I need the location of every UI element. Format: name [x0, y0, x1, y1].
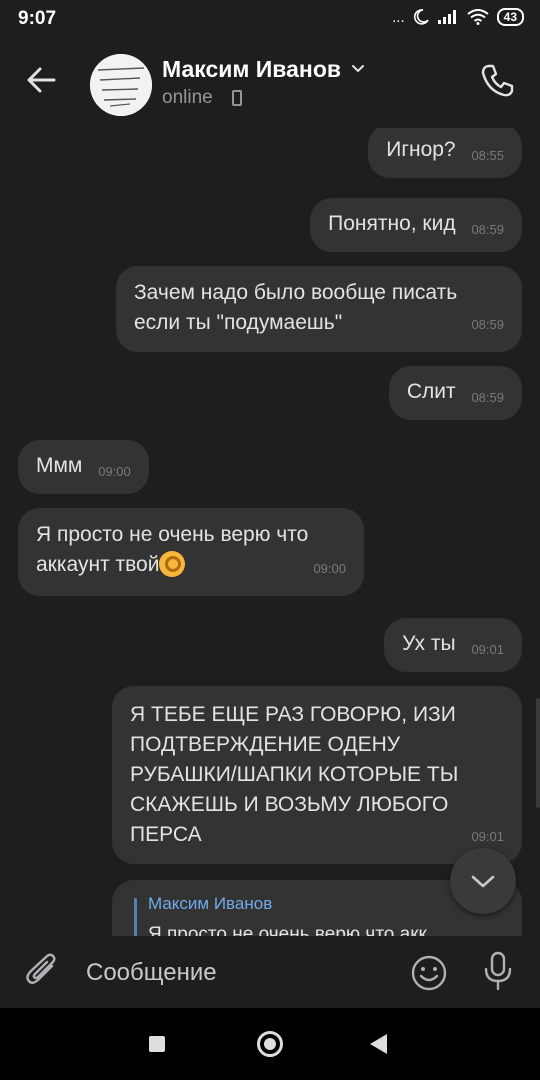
message-text: Ух ты — [402, 632, 456, 655]
message-text-fragment: аккаунт твой — [36, 553, 160, 576]
message-outgoing[interactable]: Игнор? 08:55 — [368, 128, 522, 178]
status-bar: 9:07 ... 43 — [0, 0, 540, 36]
mobile-phone-icon — [232, 90, 242, 106]
back-triangle-icon[interactable] — [370, 1034, 387, 1054]
message-outgoing[interactable]: Зачем надо было вообще писать если ты "п… — [116, 266, 522, 352]
recents-icon[interactable] — [149, 1036, 165, 1052]
wifi-icon — [467, 9, 489, 25]
sticker-button[interactable] — [410, 954, 448, 992]
message-list[interactable]: Игнор? 08:55 Понятно, кид 08:59 Зачем на… — [0, 128, 540, 936]
reply-text: Я просто не очень верю что акк — [148, 924, 427, 936]
composer — [0, 936, 540, 1008]
paperclip-icon — [26, 953, 56, 984]
home-icon[interactable] — [257, 1031, 283, 1057]
message-text-line: Я ТЕБЕ ЕЩЕ РАЗ ГОВОРЮ, ИЗИ — [130, 703, 456, 726]
signal-icon — [437, 10, 456, 24]
avatar-image-icon — [90, 54, 152, 116]
message-outgoing[interactable]: Ух ты 09:01 — [384, 618, 522, 672]
message-text: Слит — [406, 380, 456, 403]
message-outgoing[interactable]: Слит 08:59 — [388, 366, 522, 420]
message-text: Ммм — [36, 454, 83, 477]
reply-quote-bar — [134, 898, 137, 936]
message-text-line: ПЕРСА — [130, 823, 202, 846]
message-text: Игнор? — [386, 138, 456, 161]
smile-icon — [411, 955, 447, 991]
scroll-down-button[interactable] — [450, 848, 516, 914]
scrollbar[interactable] — [536, 698, 540, 808]
message-outgoing[interactable]: Понятно, кид 08:59 — [310, 198, 522, 252]
chevron-down-icon — [471, 875, 495, 888]
message-time: 09:01 — [471, 642, 504, 657]
call-button[interactable] — [478, 60, 518, 100]
back-button[interactable] — [22, 60, 62, 100]
message-text: Понятно, кид — [328, 212, 456, 235]
message-text-line: если ты "подумаешь" — [134, 311, 343, 334]
message-time: 09:00 — [98, 464, 131, 479]
message-time: 08:59 — [471, 317, 504, 332]
message-text-line: ПОДТВЕРЖДЕНИЕ ОДЕНУ — [130, 733, 401, 756]
avatar[interactable] — [90, 54, 152, 116]
status-icons: ... 43 — [392, 8, 524, 26]
message-outgoing[interactable]: Я ТЕБЕ ЕЩЕ РАЗ ГОВОРЮ, ИЗИ ПОДТВЕРЖДЕНИЕ… — [112, 686, 522, 864]
voice-message-button[interactable] — [480, 950, 516, 992]
message-text-line: РУБАШКИ/ШАПКИ КОТОРЫЕ ТЫ — [130, 763, 459, 786]
reply-author: Максим Иванов — [148, 894, 273, 913]
message-text-line: Зачем надо было вообще писать — [134, 281, 458, 304]
message-incoming[interactable]: Ммм 09:00 — [18, 440, 149, 494]
status-time: 9:07 — [18, 8, 57, 29]
chat-header: Максим Иванов online — [0, 40, 540, 128]
message-time: 08:59 — [471, 222, 504, 237]
arrow-left-icon — [27, 67, 56, 93]
message-text-line: аккаунт твой — [36, 550, 346, 580]
message-text-line: СКАЖЕШЬ И ВОЗЬМУ ЛЮБОГО — [130, 793, 449, 816]
microphone-icon — [484, 951, 512, 991]
battery-indicator: 43 — [496, 8, 524, 26]
system-navigation-bar — [0, 1008, 540, 1080]
chevron-down-icon[interactable] — [350, 60, 366, 76]
attach-button[interactable] — [24, 952, 62, 990]
dots-icon: ... — [392, 8, 405, 26]
message-text-line: Я просто не очень верю что — [36, 523, 309, 546]
ok-hand-emoji-icon — [159, 551, 186, 577]
contact-status: online — [162, 87, 213, 108]
moon-icon — [413, 9, 429, 25]
message-time: 09:00 — [313, 561, 346, 576]
message-input[interactable] — [86, 956, 386, 990]
message-time: 08:59 — [471, 390, 504, 405]
phone-call-icon — [481, 64, 514, 97]
contact-name[interactable]: Максим Иванов — [162, 56, 341, 83]
message-time: 08:55 — [471, 148, 504, 163]
message-incoming[interactable]: Я просто не очень верю что аккаунт твой … — [18, 508, 364, 596]
